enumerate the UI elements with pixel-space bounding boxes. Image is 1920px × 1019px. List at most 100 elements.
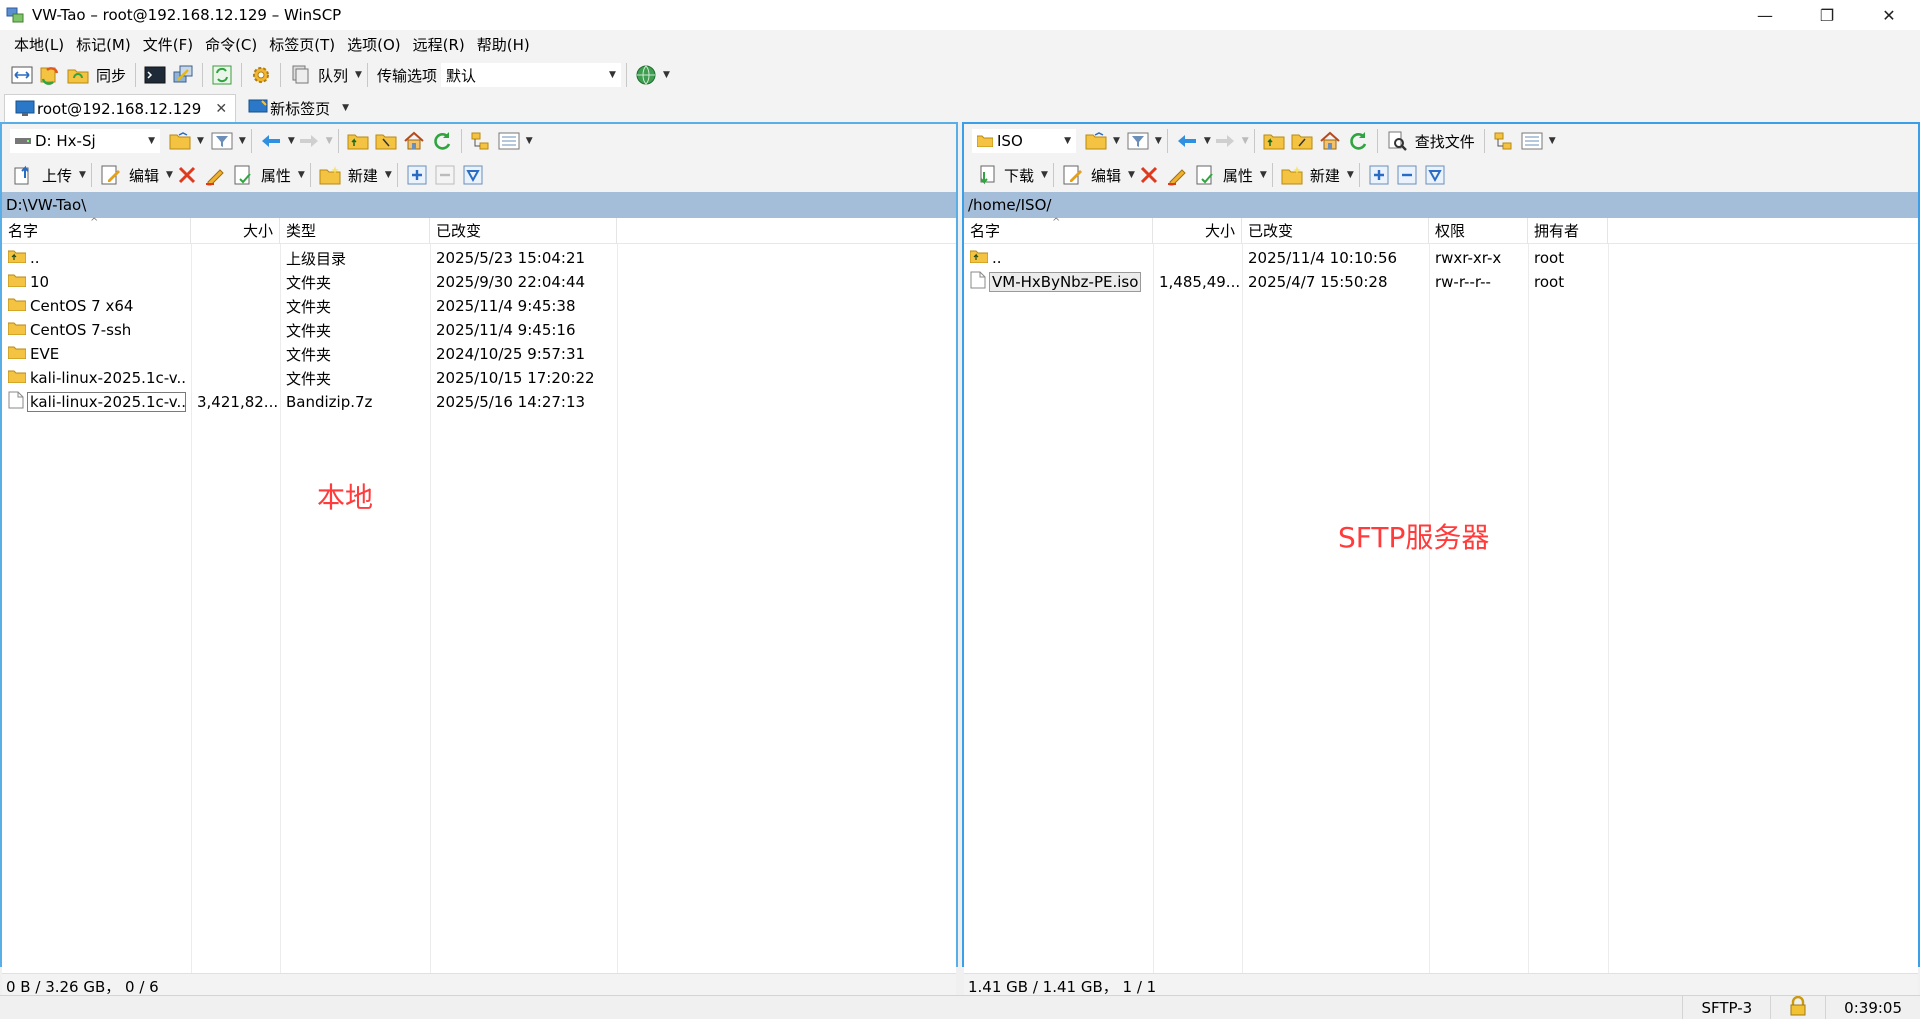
terminal-icon[interactable]: [143, 63, 167, 87]
edit-dropdown-icon[interactable]: ▼: [166, 170, 173, 180]
table-row[interactable]: EVE 文件夹 2024/10/25 9:57:31: [2, 342, 956, 366]
root-directory-icon[interactable]: [1290, 129, 1314, 153]
restore-button[interactable]: ❐: [1796, 0, 1858, 30]
open-folder-dropdown-icon[interactable]: ▼: [197, 136, 204, 146]
compare-directories-icon[interactable]: [10, 63, 34, 87]
view-list-icon[interactable]: [1520, 129, 1544, 153]
open-folder-icon[interactable]: [168, 129, 192, 153]
col-header-changed[interactable]: 已改变: [430, 218, 617, 244]
home-icon[interactable]: [1318, 129, 1342, 153]
remote-path-bar[interactable]: /home/ISO/: [964, 192, 1918, 218]
col-header-size[interactable]: 大小: [191, 218, 280, 244]
back-arrow-icon[interactable]: [1175, 129, 1199, 153]
forward-arrow-icon[interactable]: [1213, 129, 1237, 153]
new-button[interactable]: 新建: [348, 165, 378, 186]
properties-button[interactable]: 属性: [1223, 165, 1253, 186]
open-folder-icon[interactable]: [1084, 129, 1108, 153]
table-row[interactable]: .. 2025/11/4 10:10:56 rwxr-xr-x root: [964, 246, 1918, 270]
open-folder-dropdown-icon[interactable]: ▼: [1113, 136, 1120, 146]
filter-dropdown-icon[interactable]: ▼: [239, 136, 246, 146]
home-icon[interactable]: [402, 129, 426, 153]
delete-icon[interactable]: [175, 163, 199, 187]
edit-icon[interactable]: [99, 163, 123, 187]
menu-commands[interactable]: 命令(C): [199, 34, 263, 55]
refresh-icon[interactable]: [430, 129, 454, 153]
tree-view-icon[interactable]: [1492, 129, 1516, 153]
tab-session[interactable]: root@192.168.12.129 ✕: [4, 94, 237, 122]
upload-button[interactable]: 上传: [42, 165, 72, 186]
table-row[interactable]: .. 上级目录 2025/5/23 15:04:21: [2, 246, 956, 270]
col-header-permissions[interactable]: 权限: [1429, 218, 1528, 244]
find-files-icon[interactable]: [1385, 129, 1409, 153]
download-button[interactable]: 下载: [1004, 165, 1034, 186]
remote-file-list[interactable]: 名字 ^ 大小 已改变 权限 拥有者 .. 2025/11/4 10:10:56…: [964, 217, 1918, 973]
upload-dropdown-icon[interactable]: ▼: [79, 170, 86, 180]
minimize-button[interactable]: —: [1734, 0, 1796, 30]
refresh-sync-icon[interactable]: [210, 63, 234, 87]
sync-folder-icon[interactable]: [66, 63, 90, 87]
tree-view-icon[interactable]: [469, 129, 493, 153]
local-file-list[interactable]: 名字 ^ 大小 类型 已改变 .. 上级目录 2025/5/23 15:04:2…: [2, 217, 956, 973]
new-folder-icon[interactable]: [318, 163, 342, 187]
table-row[interactable]: VM-HxByNbz-PE.iso 1,485,49... 2025/4/7 1…: [964, 270, 1918, 294]
queue-icon[interactable]: [288, 63, 312, 87]
close-window-button[interactable]: ✕: [1858, 0, 1920, 30]
table-row[interactable]: CentOS 7-ssh 文件夹 2025/11/4 9:45:16: [2, 318, 956, 342]
unselect-minus-icon[interactable]: [1395, 163, 1419, 187]
filter-dropdown-icon[interactable]: ▼: [1155, 136, 1162, 146]
menu-local[interactable]: 本地(L): [8, 34, 70, 55]
remote-directory-select[interactable]: ISO ▼: [972, 129, 1076, 153]
edit-dropdown-icon[interactable]: ▼: [1128, 170, 1135, 180]
transfer-preset-select[interactable]: 默认 ▼: [440, 63, 621, 87]
new-folder-icon[interactable]: [1280, 163, 1304, 187]
col-header-type[interactable]: 类型: [280, 218, 430, 244]
globe-dropdown-arrow-icon[interactable]: ▼: [663, 70, 670, 80]
forward-dropdown-icon[interactable]: ▼: [1242, 136, 1249, 146]
invert-selection-icon[interactable]: [1423, 163, 1447, 187]
filter-icon[interactable]: [1126, 129, 1150, 153]
unselect-minus-icon[interactable]: [433, 163, 457, 187]
rename-icon[interactable]: [203, 163, 227, 187]
rename-icon[interactable]: [1165, 163, 1189, 187]
invert-selection-icon[interactable]: [461, 163, 485, 187]
col-header-size[interactable]: 大小: [1153, 218, 1242, 244]
root-directory-icon[interactable]: [374, 129, 398, 153]
select-all-plus-icon[interactable]: [405, 163, 429, 187]
col-header-changed[interactable]: 已改变: [1242, 218, 1429, 244]
queue-button[interactable]: 队列: [318, 65, 348, 86]
view-dropdown-icon[interactable]: ▼: [526, 136, 533, 146]
back-arrow-icon[interactable]: [259, 129, 283, 153]
synchronize-browsing-icon[interactable]: [38, 63, 62, 87]
col-header-name[interactable]: 名字 ^: [2, 217, 191, 244]
col-header-name[interactable]: 名字 ^: [964, 217, 1153, 244]
back-dropdown-icon[interactable]: ▼: [1204, 136, 1211, 146]
edit-button[interactable]: 编辑: [129, 165, 159, 186]
parent-directory-icon[interactable]: [1262, 129, 1286, 153]
menu-options[interactable]: 选项(O): [341, 34, 407, 55]
edit-button[interactable]: 编辑: [1091, 165, 1121, 186]
globe-sync-icon[interactable]: [634, 63, 658, 87]
forward-dropdown-icon[interactable]: ▼: [326, 136, 333, 146]
select-all-plus-icon[interactable]: [1367, 163, 1391, 187]
tab-new-tab[interactable]: 新标签页 ▼: [238, 94, 357, 122]
download-dropdown-icon[interactable]: ▼: [1041, 170, 1048, 180]
close-tab-icon[interactable]: ✕: [215, 101, 227, 117]
find-files-button[interactable]: 查找文件: [1415, 131, 1475, 152]
view-list-icon[interactable]: [497, 129, 521, 153]
properties-button[interactable]: 属性: [261, 165, 291, 186]
local-path-bar[interactable]: D:\VW-Tao\: [2, 192, 956, 218]
upload-icon[interactable]: [12, 163, 36, 187]
table-row[interactable]: kali-linux-2025.1c-v... 文件夹 2025/10/15 1…: [2, 366, 956, 390]
properties-dropdown-icon[interactable]: ▼: [298, 170, 305, 180]
properties-icon[interactable]: [231, 163, 255, 187]
table-row[interactable]: kali-linux-2025.1c-v... 3,421,82... Band…: [2, 390, 956, 414]
properties-icon[interactable]: [1193, 163, 1217, 187]
col-header-owner[interactable]: 拥有者: [1528, 218, 1608, 244]
local-drive-select[interactable]: D: Hx-Sj ▼: [10, 129, 160, 153]
new-tab-dropdown-arrow-icon[interactable]: ▼: [342, 103, 349, 113]
forward-arrow-icon[interactable]: [297, 129, 321, 153]
preferences-gear-icon[interactable]: [249, 63, 273, 87]
table-row[interactable]: CentOS 7 x64 文件夹 2025/11/4 9:45:38: [2, 294, 956, 318]
menu-file[interactable]: 文件(F): [137, 34, 199, 55]
new-dropdown-icon[interactable]: ▼: [385, 170, 392, 180]
